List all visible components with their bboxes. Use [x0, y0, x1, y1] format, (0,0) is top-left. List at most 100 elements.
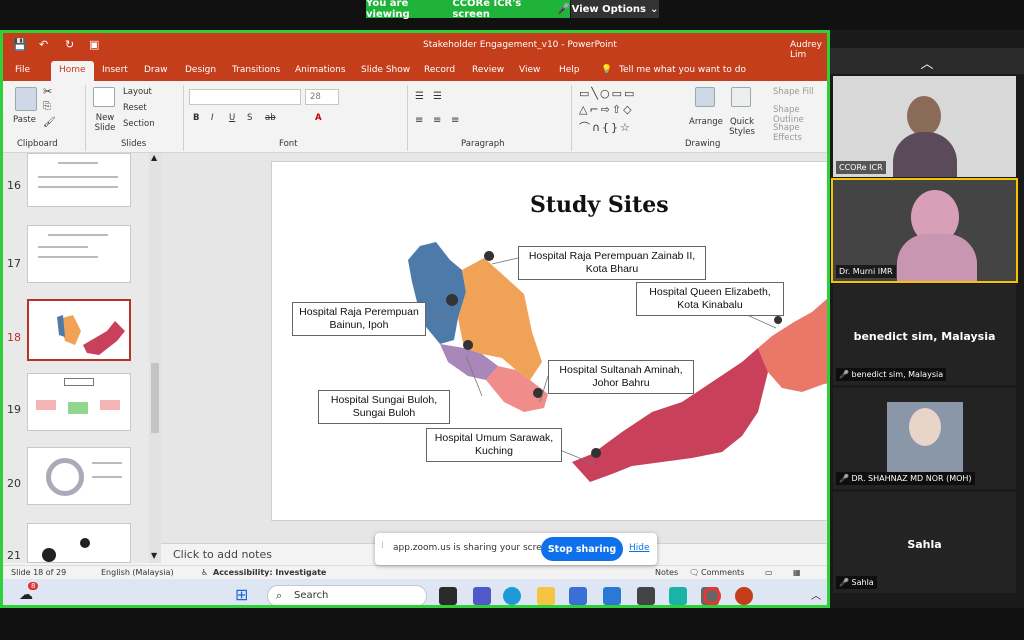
tab-slide-show[interactable]: Slide Show — [361, 65, 410, 75]
cut-icon[interactable]: ✂ — [43, 85, 52, 98]
tab-draw[interactable]: Draw — [144, 65, 168, 75]
thumbnail-scrollbar[interactable]: ▲ ▼ — [149, 153, 161, 563]
tab-insert[interactable]: Insert — [102, 65, 128, 75]
shapes-gallery-icon[interactable]: △⌐⇨⇧◇ — [579, 103, 634, 116]
section-button[interactable]: Section — [123, 119, 155, 129]
align-center-icon[interactable]: ≡ — [433, 115, 441, 126]
shadow-icon[interactable]: S — [247, 113, 252, 123]
participant-tile-ccore[interactable]: CCORe ICR — [833, 76, 1016, 177]
shared-screen: 💾 ↶ ↻ ▣ Stakeholder Engagement_v10 - Pow… — [0, 30, 830, 608]
windows-taskbar: ☁ 8 ⊞ ⌕ Search ︿ — [3, 579, 827, 605]
font-color-icon[interactable]: A — [315, 113, 322, 123]
bold-icon[interactable]: B — [193, 113, 199, 123]
tab-review[interactable]: Review — [472, 65, 504, 75]
slide-canvas: Study Sites Hospital Raja Perempuan Zain… — [161, 153, 827, 543]
edge-icon[interactable] — [503, 587, 521, 605]
redo-icon[interactable]: ↻ — [65, 38, 74, 51]
klook-icon[interactable] — [669, 587, 687, 605]
tab-help[interactable]: Help — [559, 65, 580, 75]
slide-thumb-20[interactable] — [27, 447, 131, 505]
italic-icon[interactable]: I — [211, 113, 214, 123]
reset-button[interactable]: Reset — [123, 103, 147, 113]
scroll-down-icon[interactable]: ▼ — [151, 551, 157, 560]
participant-name: 🎤 benedict sim, Malaysia — [836, 368, 947, 381]
font-family-input[interactable] — [189, 89, 301, 105]
app-icon[interactable] — [637, 587, 655, 605]
store-icon[interactable] — [569, 587, 587, 605]
chrome-icon[interactable] — [703, 587, 721, 605]
shape-fill-button[interactable]: Shape Fill — [773, 87, 814, 97]
shape-effects-button[interactable]: Shape Effects — [773, 123, 827, 143]
stop-sharing-button[interactable]: Stop sharing — [541, 537, 623, 561]
slide-thumb-16[interactable] — [27, 153, 131, 207]
tray-chevron-icon[interactable]: ︿ — [811, 587, 821, 602]
group-slides: Slides — [121, 139, 147, 149]
tab-home[interactable]: Home — [51, 61, 94, 81]
windows-start-icon[interactable]: ⊞ — [235, 585, 248, 604]
tell-me-search[interactable]: Tell me what you want to do — [619, 65, 746, 75]
numbering-icon[interactable]: ☰ — [433, 91, 442, 102]
new-slide-icon[interactable] — [93, 87, 115, 107]
font-size-input[interactable]: 28 — [305, 89, 339, 105]
tab-transitions[interactable]: Transitions — [232, 65, 280, 75]
strike-icon[interactable]: ab — [265, 113, 276, 123]
participant-tile-murni[interactable]: Dr. Murni IMR — [831, 178, 1018, 283]
copy-icon[interactable]: ⎘ — [43, 101, 51, 112]
format-painter-icon[interactable]: 🖌 — [43, 117, 56, 128]
arrange-label[interactable]: Arrange — [689, 117, 723, 127]
save-icon[interactable]: 💾 — [13, 38, 27, 51]
tab-file[interactable]: File — [15, 65, 30, 75]
divider — [85, 85, 86, 151]
participant-tile-shahnaz[interactable]: 🎤 DR. SHAHNAZ MD NOR (MOH) — [833, 388, 1016, 489]
quick-styles-icon[interactable] — [731, 87, 751, 107]
normal-view-icon[interactable]: ▭ — [765, 568, 773, 577]
ribbon-tabs: File Home Insert Draw Design Transitions… — [3, 59, 827, 81]
tab-animations[interactable]: Animations — [295, 65, 346, 75]
language-indicator[interactable]: English (Malaysia) — [101, 568, 174, 577]
file-explorer-icon[interactable] — [537, 587, 555, 605]
accessibility-status[interactable]: Accessibility: Investigate — [213, 568, 326, 577]
align-right-icon[interactable]: ≡ — [451, 115, 459, 126]
new-slide-label[interactable]: New Slide — [93, 113, 117, 133]
zoom-share-popup: ⁞ app.zoom.us is sharing your screen. St… — [375, 533, 657, 565]
paste-icon[interactable] — [15, 87, 37, 111]
thumb-number: 21 — [7, 549, 21, 562]
scroll-up-icon[interactable]: ▲ — [151, 153, 157, 162]
arrange-icon[interactable] — [695, 87, 715, 107]
tab-record[interactable]: Record — [424, 65, 455, 75]
muted-mic-icon: 🎤 — [839, 578, 849, 587]
tab-design[interactable]: Design — [185, 65, 216, 75]
shapes-gallery-icon[interactable]: ⌒∩{}☆ — [579, 119, 632, 135]
slide-thumb-18[interactable] — [27, 299, 131, 361]
hide-link[interactable]: Hide — [629, 543, 650, 553]
participant-tile-sahla[interactable]: Sahla 🎤 Sahla — [833, 492, 1016, 593]
drag-handle-icon[interactable]: ⁞ — [381, 541, 384, 551]
taskbar-search[interactable]: ⌕ Search — [267, 585, 427, 605]
quick-styles-label[interactable]: Quick Styles — [725, 117, 759, 137]
comments-toggle[interactable]: Comments — [701, 568, 744, 577]
teams-icon[interactable] — [473, 587, 491, 605]
align-left-icon[interactable]: ≡ — [415, 115, 423, 126]
notes-toggle[interactable]: Notes — [655, 568, 678, 577]
layout-button[interactable]: Layout — [123, 87, 152, 97]
shape-outline-button[interactable]: Shape Outline — [773, 105, 827, 125]
bullets-icon[interactable]: ☰ — [415, 91, 424, 102]
slide-thumb-21[interactable] — [27, 523, 131, 563]
slide[interactable]: Study Sites Hospital Raja Perempuan Zain… — [271, 161, 827, 521]
present-icon[interactable]: ▣ — [89, 38, 99, 51]
mail-icon[interactable] — [603, 587, 621, 605]
slide-thumb-17[interactable] — [27, 225, 131, 283]
undo-icon[interactable]: ↶ — [39, 38, 48, 51]
underline-icon[interactable]: U — [229, 113, 235, 123]
powerpoint-icon[interactable] — [735, 587, 753, 605]
sorter-view-icon[interactable]: ▦ — [793, 568, 801, 577]
participant-tile-benedict[interactable]: benedict sim, Malaysia 🎤 benedict sim, M… — [833, 284, 1016, 385]
scrollbar-thumb[interactable] — [151, 363, 159, 433]
task-view-icon[interactable] — [439, 587, 457, 605]
gallery-up-arrow-icon[interactable]: ︿ — [830, 48, 1024, 74]
tab-view[interactable]: View — [519, 65, 540, 75]
view-options-button[interactable]: View Options ⌄ — [571, 0, 659, 18]
slide-thumb-19[interactable] — [27, 373, 131, 431]
zoom-bottom-bar — [0, 608, 1024, 640]
shapes-gallery-icon[interactable]: ▭╲○▭▭ — [579, 87, 636, 100]
